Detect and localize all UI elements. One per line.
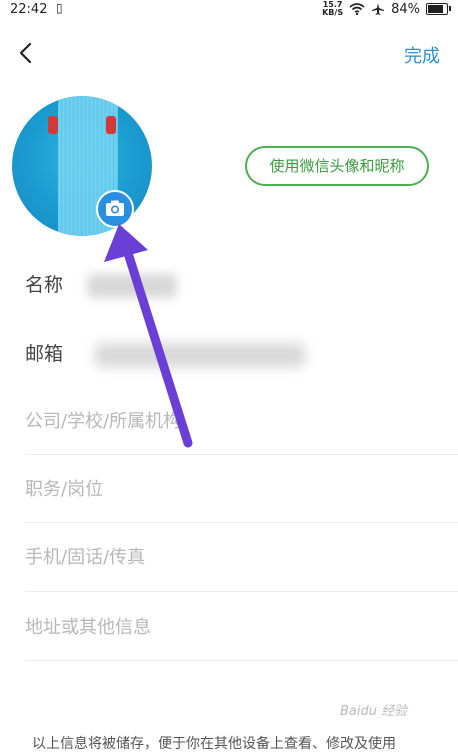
- battery-icon: [426, 3, 451, 15]
- wifi-icon: [349, 3, 365, 15]
- email-value-blurred[interactable]: [95, 343, 305, 367]
- status-bar: 22:42 ▯ 15.7 KB/S 84%: [0, 0, 458, 20]
- watermark: Baidu 经验: [340, 704, 408, 719]
- battery-fill: [428, 5, 444, 13]
- battery-percent: 84%: [391, 1, 420, 17]
- chevron-left-icon: [19, 42, 32, 64]
- address-input[interactable]: 地址或其他信息: [25, 608, 455, 648]
- name-label: 名称: [25, 274, 64, 296]
- company-input[interactable]: 公司/学校/所属机构: [25, 402, 455, 442]
- use-wechat-profile-button[interactable]: 使用微信头像和昵称: [245, 146, 429, 186]
- network-speed: 15.7 KB/S: [322, 1, 343, 17]
- status-time: 22:42: [10, 2, 48, 17]
- back-button[interactable]: [12, 40, 44, 68]
- status-indicators: 15.7 KB/S 84%: [322, 1, 451, 17]
- wheel-left: [48, 116, 58, 134]
- divider: [25, 522, 458, 523]
- name-value-blurred[interactable]: [87, 274, 177, 298]
- footer-note: 以上信息将被储存，便于你在其他设备上查看、修改及使用: [32, 736, 396, 752]
- done-button[interactable]: 完成: [404, 42, 440, 68]
- divider: [25, 591, 458, 592]
- email-field[interactable]: 邮箱: [25, 339, 455, 371]
- position-input[interactable]: 职务/岗位: [25, 470, 455, 510]
- network-speed-unit: KB/S: [322, 8, 344, 17]
- email-label: 邮箱: [25, 343, 64, 365]
- phone-input[interactable]: 手机/固话/传真: [25, 538, 455, 578]
- wheel-right: [106, 116, 116, 134]
- divider: [25, 660, 458, 661]
- camera-icon: [106, 200, 124, 216]
- change-avatar-button[interactable]: [96, 190, 134, 228]
- vibrate-icon: ▯: [56, 1, 63, 15]
- name-field[interactable]: 名称: [25, 270, 455, 302]
- airplane-icon: [372, 3, 385, 15]
- divider: [25, 454, 458, 455]
